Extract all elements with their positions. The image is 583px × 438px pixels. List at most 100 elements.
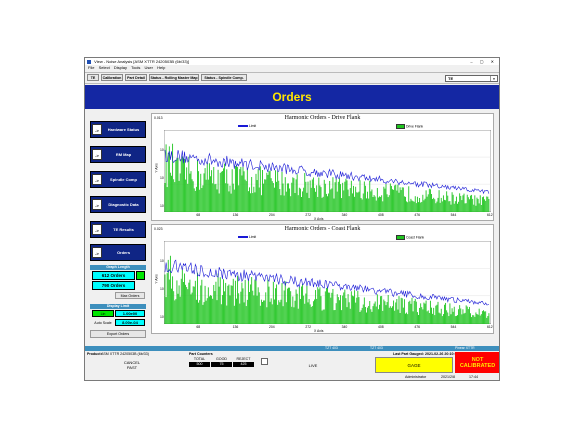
app-icon <box>87 59 91 64</box>
legend-limit-label: Limit <box>248 235 257 239</box>
x-axis-label: X Axis <box>314 329 324 333</box>
x-tick: 136 <box>232 325 239 329</box>
graph-length-header: Graph Length <box>90 265 146 270</box>
nav-hardware-status[interactable]: -> Hardware Status <box>90 121 146 138</box>
status-t3: Pinear XTTR <box>455 346 475 350</box>
function-key[interactable]: F9 <box>375 379 379 380</box>
counter-total-value: 500 <box>189 362 210 367</box>
chevron-down-icon[interactable]: ▼ <box>490 76 497 81</box>
x-ticks: 68 136 204 272 340 408 476 544 612 <box>164 213 492 218</box>
part-counters: TOTAL GOOD REJECT 500 75 425 <box>189 357 255 373</box>
orders-790-option[interactable]: 790 Orders <box>92 281 135 290</box>
menu-display[interactable]: Display <box>114 65 127 70</box>
function-key[interactable]: F10 <box>409 379 414 380</box>
legend-limit-label: Limit <box>248 124 257 128</box>
x-tick: 68 <box>196 213 201 217</box>
x-tick: 612 <box>487 325 493 329</box>
x-tick: 204 <box>269 213 275 217</box>
tab-spindle-comp[interactable]: Status - Spindle Comp. <box>201 74 247 81</box>
window-controls[interactable]: – ▢ ✕ <box>470 58 497 65</box>
arrow-right-icon: -> <box>92 199 102 210</box>
product-label: Product: <box>87 352 102 356</box>
status-t1: TZT 403 <box>325 346 338 350</box>
auto-scale-label[interactable]: Auto Scale <box>92 319 114 326</box>
max-orders-button[interactable]: Max Orders <box>115 292 145 299</box>
y-axis-label: Y Axis <box>154 274 159 284</box>
x-tick: 408 <box>378 325 384 329</box>
window-title: View - Noise Analysis [ASM XTTR 2420503B… <box>94 59 189 64</box>
tab-calibration[interactable]: Calibration <box>101 74 123 81</box>
nav-diagnostic-data[interactable]: -> Diagnostic Data <box>90 196 146 213</box>
nav-spindle-comp[interactable]: -> Spindle Comp <box>90 171 146 188</box>
orders-612-indicator <box>136 271 145 280</box>
nav-te-results[interactable]: -> TE Results <box>90 221 146 238</box>
menu-select[interactable]: Select <box>99 65 110 70</box>
toolbar: TE Calibration Part Detail Status - Roll… <box>85 72 499 84</box>
arrow-right-icon: -> <box>92 174 102 185</box>
x-tick: 340 <box>341 213 348 217</box>
te-combo-value: TE <box>448 76 454 81</box>
menu-tools[interactable]: Tools <box>131 65 140 70</box>
function-key[interactable]: F2 <box>137 379 141 380</box>
counter-good-value: 75 <box>211 362 232 367</box>
arrow-right-icon: -> <box>92 247 102 258</box>
coast-flank-chart: 0.023 Harmonic Orders - Coast Flank Limi… <box>151 224 494 334</box>
arrow-right-icon: -> <box>92 124 102 135</box>
not-calibrated-badge: NOT CALIBRATED <box>455 352 499 373</box>
toolbar-te[interactable]: TE <box>87 74 99 81</box>
counter-reject-value: 425 <box>233 362 254 367</box>
function-key[interactable]: F7 <box>307 379 311 380</box>
limit-value-field[interactable]: 1.00e00 <box>115 310 145 317</box>
live-button[interactable]: LIVE <box>269 359 357 371</box>
legend-series-swatch <box>396 235 405 240</box>
x-axis-label: X Axis <box>314 217 324 221</box>
product-name: ASM XTTR 2420503B (6b/33) <box>101 352 149 356</box>
function-key[interactable]: F6 <box>273 379 277 380</box>
x-tick: 544 <box>450 213 457 217</box>
export-orders-button[interactable]: Export Orders <box>90 330 146 338</box>
function-key[interactable]: F1 <box>103 379 107 380</box>
limit-lin-label[interactable]: Lin <box>92 310 114 317</box>
counter-reject-label: REJECT <box>236 357 251 361</box>
x-tick: 204 <box>269 325 275 329</box>
legend-limit-swatch <box>238 236 248 239</box>
function-key[interactable]: F5 <box>239 379 243 380</box>
x-tick: 544 <box>450 325 457 329</box>
nav-label: Spindle Comp <box>110 177 137 182</box>
x-tick: 68 <box>196 325 201 329</box>
tab-part-detail[interactable]: Part Detail <box>125 74 147 81</box>
nav-label: RM Map <box>115 152 132 157</box>
chart-title: Harmonic Orders - Coast Flank <box>284 226 361 232</box>
arrow-right-icon: -> <box>92 224 102 235</box>
legend-series: Drive Flank <box>396 124 423 129</box>
chart-title: Harmonic Orders - Drive Flank <box>284 115 361 121</box>
nav-orders[interactable]: -> Orders <box>90 244 146 261</box>
function-key[interactable]: F4 <box>205 379 209 380</box>
cancel-past-button[interactable]: CANCEL PAST <box>103 358 161 372</box>
tab-rolling-master-map[interactable]: Status - Rolling Master Map <box>149 74 199 81</box>
function-key[interactable]: F8 <box>341 379 345 380</box>
menu-help[interactable]: Help <box>157 65 165 70</box>
orders-612-option[interactable]: 612 Orders <box>92 271 135 280</box>
live-checkbox[interactable] <box>261 358 268 365</box>
x-tick: 272 <box>305 325 311 329</box>
x-tick: 136 <box>232 213 239 217</box>
menu-user[interactable]: User <box>145 65 153 70</box>
function-key[interactable]: F3 <box>171 379 175 380</box>
drive-flank-chart: 0.013 Harmonic Orders - Drive Flank Limi… <box>151 113 494 221</box>
legend-limit-swatch <box>238 125 248 128</box>
counter-total-label: TOTAL <box>193 357 206 361</box>
gage-button[interactable]: GAGE <box>375 357 453 373</box>
nav-label: TE Results <box>113 227 134 232</box>
legend-limit: Limit <box>238 235 256 239</box>
function-key-bar: F1 F2 F3 F4 F5 F6 F7 F8 F9 F10 <box>85 379 499 380</box>
title-bar: View - Noise Analysis [ASM XTTR 2420503B… <box>85 58 499 65</box>
nav-rm-map[interactable]: -> RM Map <box>90 146 146 163</box>
legend-series-label: Coast Flank <box>405 235 425 240</box>
last-part-gauged: Last Part Gauged: 2021-02-26 20:10:00 <box>393 352 459 356</box>
auto-scale-value[interactable]: 8.00e-04 <box>115 319 145 326</box>
menu-file[interactable]: File <box>88 65 94 70</box>
x-tick: 476 <box>414 325 420 329</box>
te-combo[interactable]: TE ▼ <box>445 75 498 82</box>
x-tick: 408 <box>378 213 384 217</box>
